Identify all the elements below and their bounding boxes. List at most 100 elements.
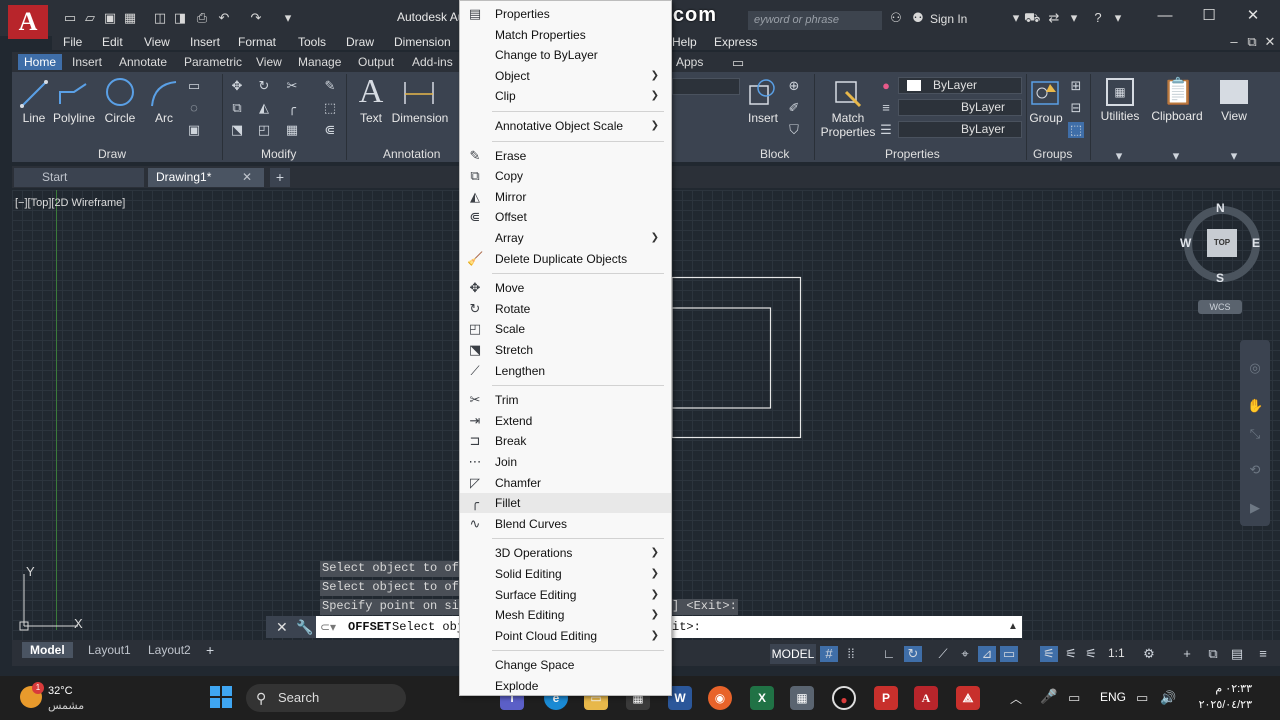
clipboard-icon[interactable]: 📋 bbox=[1162, 76, 1194, 106]
help-search-input[interactable]: eyword or phrase bbox=[748, 11, 882, 30]
create-block-icon[interactable]: ⊕ bbox=[786, 78, 802, 94]
firefox-icon[interactable]: ◉ bbox=[708, 686, 732, 710]
menu-help[interactable]: Help bbox=[672, 35, 697, 49]
panel-annotation-title[interactable]: Annotation bbox=[383, 147, 440, 161]
doc-minimize-icon[interactable]: – bbox=[1226, 35, 1242, 49]
settings-gear-icon[interactable]: ⚙ bbox=[1140, 646, 1158, 662]
tab-output[interactable]: Output bbox=[352, 54, 400, 70]
new-file-icon[interactable]: ▭ bbox=[62, 11, 78, 25]
object-snap-tracking-icon[interactable]: ⌖ bbox=[956, 646, 974, 662]
line-icon[interactable] bbox=[18, 78, 50, 110]
context-menu-item-blend-curves[interactable]: ∿ Blend Curves bbox=[460, 514, 671, 534]
tab-home[interactable]: Home bbox=[18, 54, 63, 70]
workspace-icon[interactable]: ⚟ bbox=[1082, 646, 1100, 662]
annotation-scale[interactable]: 1:1 bbox=[1108, 646, 1125, 660]
add-icon[interactable]: + bbox=[1178, 646, 1196, 662]
lineweight-icon[interactable]: ≡ bbox=[878, 100, 894, 116]
close-tab-icon[interactable]: ✕ bbox=[242, 170, 252, 184]
group-icon[interactable] bbox=[1030, 78, 1062, 108]
menu-file[interactable]: File bbox=[63, 35, 82, 49]
excel-icon[interactable]: X bbox=[750, 686, 774, 710]
menu-insert[interactable]: Insert bbox=[190, 35, 220, 49]
pan-icon[interactable]: ✋ bbox=[1247, 398, 1263, 414]
view-icon[interactable] bbox=[1220, 80, 1248, 104]
record-icon[interactable]: ● bbox=[832, 686, 856, 710]
context-menu-item-scale[interactable]: ◰ Scale bbox=[460, 319, 671, 339]
context-menu-item-stretch[interactable]: ⬔ Stretch bbox=[460, 340, 671, 360]
menu-tools[interactable]: Tools bbox=[298, 35, 326, 49]
menu-view[interactable]: View bbox=[144, 35, 170, 49]
linetype-icon[interactable]: ☰ bbox=[878, 122, 894, 138]
weather-widget[interactable]: 32°C مشمس bbox=[48, 684, 84, 714]
layout-tab-layout1[interactable]: Layout1 bbox=[80, 642, 139, 658]
auto-scale-icon[interactable]: ⚟ bbox=[1062, 646, 1080, 662]
layout-tab-model[interactable]: Model bbox=[22, 642, 73, 658]
sign-in-dropdown-icon[interactable]: ▾ bbox=[1008, 11, 1024, 25]
help-icon[interactable]: ? bbox=[1090, 11, 1106, 25]
panel-block-title[interactable]: Block bbox=[760, 147, 789, 161]
block-attributes-icon[interactable]: ⛉ bbox=[786, 122, 802, 138]
array-icon[interactable]: ▦ bbox=[284, 122, 300, 138]
close-command-icon[interactable]: ✕ bbox=[276, 619, 288, 636]
panel-properties-title[interactable]: Properties bbox=[885, 147, 940, 161]
context-menu-item-delete-duplicate-objects[interactable]: 🧹 Delete Duplicate Objects bbox=[460, 249, 671, 269]
dimension-icon[interactable] bbox=[402, 78, 436, 108]
orbit-icon[interactable]: ⟲ bbox=[1247, 462, 1263, 478]
showmotion-icon[interactable]: ▶ bbox=[1247, 500, 1263, 516]
close-button[interactable]: ✕ bbox=[1238, 6, 1268, 26]
context-menu-item-offset[interactable]: ⋐ Offset bbox=[460, 207, 671, 227]
taskbar-search[interactable]: Search bbox=[246, 684, 406, 712]
tab-add-ins[interactable]: Add-ins bbox=[406, 54, 459, 70]
menu-edit[interactable]: Edit bbox=[102, 35, 123, 49]
context-menu-item-fillet[interactable]: ╭ Fillet bbox=[460, 493, 671, 514]
arc-icon[interactable] bbox=[148, 78, 180, 110]
context-menu-item-trim[interactable]: ✂ Trim bbox=[460, 390, 671, 410]
object-snap-icon[interactable]: ⊿ bbox=[978, 646, 996, 662]
grid-icon[interactable]: # bbox=[820, 646, 838, 662]
context-menu-item-break[interactable]: ⊐ Break bbox=[460, 431, 671, 451]
mirror-icon[interactable]: ◭ bbox=[256, 100, 272, 116]
group-edit-icon[interactable]: ⊟ bbox=[1068, 100, 1084, 116]
context-menu-item-match-properties[interactable]: Match Properties bbox=[460, 25, 671, 45]
context-menu-item-move[interactable]: ✥ Move bbox=[460, 278, 671, 298]
utilities-dropdown-icon[interactable]: ▾ bbox=[1111, 148, 1127, 164]
trim-icon[interactable]: ✂ bbox=[284, 78, 300, 94]
cart-dropdown-icon[interactable]: ▾ bbox=[1066, 11, 1082, 25]
menu-express[interactable]: Express bbox=[714, 35, 757, 49]
help-dropdown-icon[interactable]: ▾ bbox=[1110, 11, 1126, 25]
fillet-icon[interactable]: ╭ bbox=[284, 100, 300, 116]
context-menu-item-properties[interactable]: ▤ Properties bbox=[460, 4, 671, 24]
ortho-icon[interactable]: ∟ bbox=[880, 646, 898, 662]
zoom-icon[interactable]: ⤡ bbox=[1247, 426, 1263, 442]
customization-menu-icon[interactable]: ≡ bbox=[1254, 646, 1272, 662]
context-menu-item-clip[interactable]: Clip ❯ bbox=[460, 86, 671, 106]
tray-overflow-icon[interactable]: ︿ bbox=[1010, 690, 1022, 707]
open-file-icon[interactable]: ▱ bbox=[82, 11, 98, 25]
offset-icon[interactable]: ⋐ bbox=[322, 122, 338, 138]
rotate-icon[interactable]: ↻ bbox=[256, 78, 272, 94]
new-tab-button[interactable]: + bbox=[270, 168, 290, 187]
copy-icon[interactable]: ⧉ bbox=[229, 100, 245, 116]
scale-icon[interactable]: ◰ bbox=[256, 122, 272, 138]
isolate-icon[interactable]: ⧉ bbox=[1204, 646, 1222, 662]
context-menu-item-chamfer[interactable]: ◸ Chamfer bbox=[460, 473, 671, 493]
cart-icon[interactable]: ⛟ bbox=[1024, 11, 1040, 25]
tab-insert[interactable]: Insert bbox=[66, 54, 108, 70]
lineweight-combo[interactable]: ByLayer bbox=[898, 99, 1022, 116]
isodraft-icon[interactable]: ⟋ bbox=[934, 646, 952, 662]
compass-north[interactable]: N bbox=[1216, 201, 1225, 215]
binoculars-icon[interactable]: ⚇ bbox=[888, 11, 904, 25]
tab-parametric[interactable]: Parametric bbox=[178, 54, 248, 70]
hardware-acceleration-icon[interactable]: ▤ bbox=[1228, 646, 1246, 662]
panel-draw-title[interactable]: Draw bbox=[98, 147, 126, 161]
viewcube-top-face[interactable]: TOP bbox=[1207, 229, 1237, 257]
linetype-combo[interactable]: ByLayer bbox=[898, 121, 1022, 138]
redo-icon[interactable]: ↷ bbox=[248, 11, 264, 25]
layer-combo[interactable] bbox=[672, 78, 740, 95]
tab-annotate[interactable]: Annotate bbox=[113, 54, 173, 70]
file-tab-start[interactable]: Start bbox=[14, 168, 144, 187]
context-menu-item-annotative-object-scale[interactable]: Annotative Object Scale ❯ bbox=[460, 116, 671, 136]
maximize-button[interactable]: ☐ bbox=[1194, 6, 1224, 26]
network-icon[interactable]: ▭ bbox=[1136, 690, 1148, 706]
windows-start-icon[interactable] bbox=[210, 686, 232, 708]
